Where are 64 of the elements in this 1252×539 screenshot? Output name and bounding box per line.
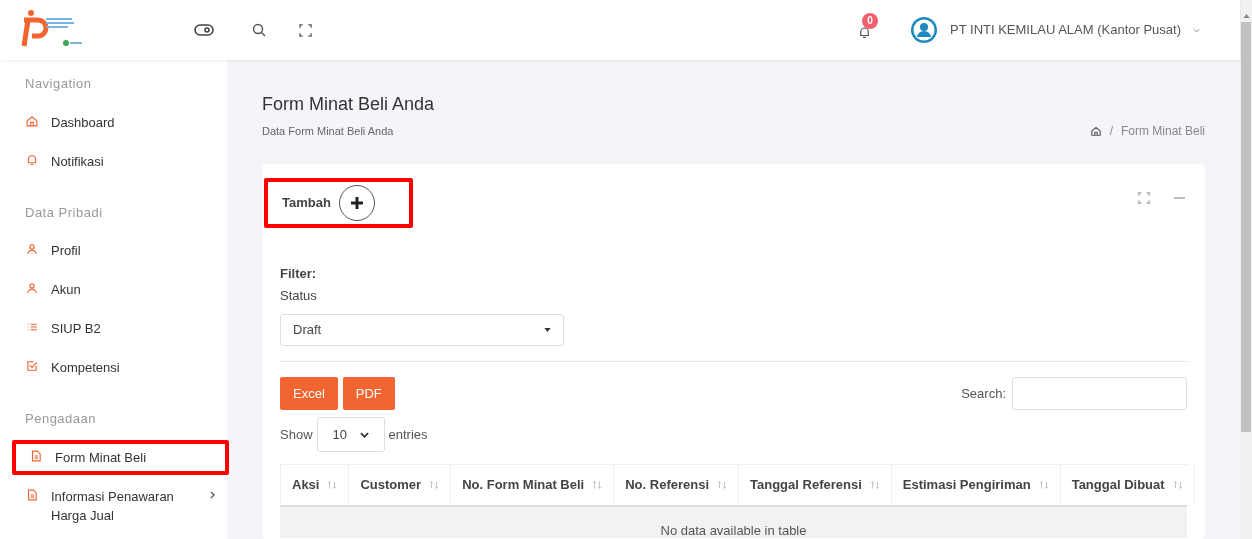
fullscreen-button[interactable] — [299, 23, 312, 37]
document-icon — [25, 487, 39, 502]
column-header[interactable]: Estimasi Pengiriman — [890, 465, 1060, 505]
sidebar-item[interactable]: Profil — [12, 231, 227, 270]
bell-icon — [25, 152, 39, 167]
show-label: Show — [280, 425, 313, 444]
fullscreen-icon — [299, 23, 312, 37]
toggle-icon — [194, 24, 214, 36]
column-header[interactable]: Customer — [348, 465, 451, 505]
section-heading: Navigation — [24, 75, 93, 93]
sort-icon — [869, 480, 880, 490]
user-menu[interactable]: PT INTI KEMILAU ALAM (Kantor Pusat) — [950, 20, 1200, 40]
search-field[interactable] — [1012, 377, 1187, 410]
sort-icon — [1172, 480, 1183, 490]
page-title: Form Minat Beli Anda — [262, 93, 436, 116]
chevron-down-icon — [1193, 27, 1200, 33]
section-heading: Data Pribadi — [24, 203, 104, 222]
filter-heading: Filter: — [280, 265, 318, 283]
add-label: Tambah — [282, 194, 331, 213]
theme-toggle[interactable] — [194, 23, 214, 37]
sidebar-item[interactable]: Dashboard — [12, 102, 227, 142]
caret-icon — [544, 328, 551, 332]
minus-icon — [1174, 197, 1185, 199]
search-icon — [252, 23, 266, 37]
sidebar-item[interactable]: Akun — [12, 270, 227, 309]
column-header[interactable]: No. Referensi — [613, 465, 739, 505]
user-icon — [25, 242, 39, 256]
notification-badge: 0 — [862, 12, 879, 29]
user-icon — [25, 281, 39, 295]
sidebar-item[interactable]: Kompetensi — [12, 348, 227, 387]
breadcrumb-separator: / — [1109, 123, 1113, 140]
search-button[interactable] — [252, 23, 266, 37]
column-header[interactable]: Tanggal Referensi — [738, 465, 891, 505]
sidebar-item[interactable]: Form Minat Beli — [12, 439, 229, 475]
sidebar-item[interactable]: Informasi Penawaran Harga Jual — [12, 476, 227, 525]
sidebar-item[interactable]: SIUP B2 — [12, 309, 227, 348]
column-header[interactable]: No. Form Minat Beli — [450, 465, 614, 505]
entries-label: entries — [388, 425, 428, 444]
entries-select[interactable]: 10 — [316, 417, 385, 452]
section-heading: Pengadaan — [24, 410, 97, 428]
column-header[interactable]: Aksi — [280, 465, 349, 505]
scroll-up-icon — [1242, 14, 1250, 18]
document-icon — [29, 448, 43, 463]
scrollbar-thumb[interactable] — [1241, 22, 1251, 432]
plus-icon — [349, 196, 364, 210]
column-header[interactable]: Tanggal Dibuat — [1059, 465, 1194, 505]
status-label: Status — [280, 286, 318, 305]
home-icon — [25, 113, 39, 128]
sort-icon — [327, 480, 338, 490]
empty-table-row: No data available in table — [280, 507, 1187, 538]
fullscreen-icon — [1138, 192, 1150, 204]
sort-icon — [1038, 480, 1049, 490]
page-subtitle: Data Form Minat Beli Anda — [262, 123, 394, 139]
chevron-down-icon — [359, 431, 369, 438]
avatar-icon — [910, 16, 939, 44]
sidebar-item[interactable]: Notifikasi — [12, 141, 227, 181]
checkbox-icon — [25, 359, 39, 373]
sort-icon — [592, 480, 603, 490]
sort-icon — [429, 480, 440, 490]
home-icon — [1089, 125, 1102, 137]
expand-button[interactable] — [1138, 192, 1150, 204]
sort-icon — [717, 480, 728, 490]
search-label: Search: — [961, 384, 1006, 403]
status-select[interactable]: Draft — [280, 314, 564, 346]
